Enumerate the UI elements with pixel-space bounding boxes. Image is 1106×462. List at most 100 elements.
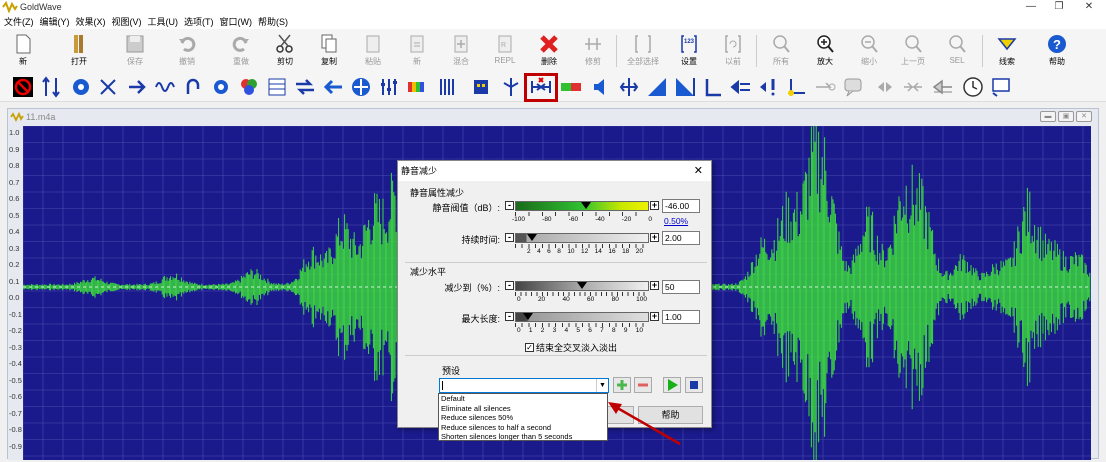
spectrum-icon[interactable] [406,76,428,98]
paste-button[interactable]: 粘贴 [356,31,390,71]
close-window-button[interactable]: ✕ [1074,0,1104,14]
globe-icon[interactable] [70,76,92,98]
menu-effect[interactable]: 效果(X) [76,15,106,28]
channel-left-icon[interactable] [730,76,752,98]
diamond-arrows-icon[interactable] [874,76,896,98]
key-icon[interactable] [786,76,808,98]
zoom-all-button[interactable]: 所有 [764,31,798,71]
cue-button[interactable]: 线索 [990,31,1024,71]
doc-minimize-button[interactable]: ▬ [1040,111,1056,122]
max-length-slider[interactable] [515,312,649,322]
left-arrow-icon[interactable] [322,76,344,98]
duration-increase-button[interactable]: + [650,233,659,242]
threshold-value-field[interactable]: -46.00 [662,199,700,213]
speaker-icon[interactable] [590,76,612,98]
maximize-button[interactable]: ❐ [1044,0,1074,14]
dialog-effect-icon[interactable] [990,76,1012,98]
threshold-decrease-button[interactable]: - [505,201,514,210]
split-effect-icon[interactable] [500,76,522,98]
open-button[interactable]: 打开 [62,31,96,71]
copy-button[interactable]: 复制 [312,31,346,71]
redo-button[interactable]: 重做 [224,31,258,71]
set-button[interactable]: 123 设置 [672,31,706,71]
loop-icon[interactable] [182,76,204,98]
reduce-to-thumb[interactable] [577,282,587,289]
max-length-value-field[interactable]: 1.00 [662,310,700,324]
preset-option[interactable]: Shorten silences longer than 5 seconds [439,432,607,442]
dialog-close-button[interactable]: ✕ [694,161,703,181]
lines-icon[interactable] [436,76,458,98]
max-length-thumb[interactable] [523,313,533,320]
gear-effect-icon[interactable] [210,76,232,98]
exclamation-effect-icon[interactable] [758,76,780,98]
doc-maximize-button[interactable]: ▣ [1058,111,1074,122]
robot-icon[interactable] [470,76,492,98]
mixer-sliders-icon[interactable] [378,76,400,98]
save-button[interactable]: 保存 [118,31,152,71]
crossfade-checkbox[interactable]: ✓ 结束全交叉淡入淡出 [525,341,617,354]
stop-button[interactable] [685,377,703,393]
stop-effect-icon[interactable] [12,76,34,98]
zoom-selection-button[interactable]: SEL [940,31,974,71]
menu-options[interactable]: 选项(T) [184,15,214,28]
chevron-down-icon[interactable]: ▼ [596,379,608,392]
paste-new-button[interactable]: 新 [400,31,434,71]
prev-page-button[interactable]: 上一页 [896,31,930,71]
menu-edit[interactable]: 编辑(Y) [40,15,70,28]
zoom-out-button[interactable]: 缩小 [852,31,886,71]
menu-help[interactable]: 帮助(S) [258,15,288,28]
cut-button[interactable]: 剪切 [268,31,302,71]
triangle-flat-icon[interactable] [932,76,954,98]
delete-button[interactable]: 删除 [532,31,566,71]
preset-option[interactable]: Eliminate all silences [439,404,607,414]
link-arrow-icon[interactable] [814,76,836,98]
equalizer-grid-icon[interactable] [266,76,288,98]
new-button[interactable]: 新 [6,31,40,71]
doc-close-button[interactable]: ✕ [1076,111,1092,122]
preset-option[interactable]: Default [439,394,607,404]
merge-arrows-icon[interactable] [294,76,316,98]
select-all-button[interactable]: 全部选择 [626,31,660,71]
reduce-to-value-field[interactable]: 50 [662,280,700,294]
play-button[interactable] [663,377,681,393]
forward-effect-icon[interactable] [126,76,148,98]
cross-effect-icon[interactable] [98,76,120,98]
bracket-arrows-icon[interactable] [618,76,640,98]
undo-button[interactable]: 撤销 [170,31,204,71]
arrows-vertical-icon[interactable] [40,76,62,98]
reduce-to-decrease-button[interactable]: - [505,281,514,290]
menu-view[interactable]: 视图(V) [112,15,142,28]
zoom-in-button[interactable]: 放大 [808,31,842,71]
preset-option[interactable]: Reduce silences to half a second [439,423,607,433]
mix-button[interactable]: 混合 [444,31,478,71]
sine-wave-icon[interactable] [154,76,176,98]
add-preset-button[interactable] [613,377,631,393]
trim-button[interactable]: 修剪 [576,31,610,71]
color-bar-icon[interactable] [560,76,582,98]
remove-preset-button[interactable] [634,377,652,393]
up-down-circle-icon[interactable] [350,76,372,98]
menu-window[interactable]: 窗口(W) [220,15,253,28]
duration-value-field[interactable]: 2.00 [662,231,700,245]
max-length-decrease-button[interactable]: - [505,312,514,321]
color-flower-icon[interactable] [238,76,260,98]
marker-left-icon[interactable] [702,76,724,98]
pinch-arrows-icon[interactable] [902,76,924,98]
preset-combobox[interactable]: ▼ [439,378,609,393]
speech-bubble-icon[interactable] [842,76,864,98]
fade-out-icon[interactable] [674,76,696,98]
fade-in-icon[interactable] [646,76,668,98]
clock-icon[interactable] [962,76,984,98]
menu-tools[interactable]: 工具(U) [148,15,179,28]
previous-button[interactable]: 以前 [716,31,750,71]
duration-decrease-button[interactable]: - [505,233,514,242]
threshold-thumb[interactable] [581,202,591,209]
replace-button[interactable]: R REPL [488,31,522,71]
minimize-button[interactable]: — [1016,0,1046,14]
duration-thumb[interactable] [527,234,537,241]
max-length-increase-button[interactable]: + [650,312,659,321]
reduce-to-increase-button[interactable]: + [650,281,659,290]
menu-file[interactable]: 文件(Z) [4,15,34,28]
threshold-increase-button[interactable]: + [650,201,659,210]
preset-option[interactable]: Reduce silences 50% [439,413,607,423]
